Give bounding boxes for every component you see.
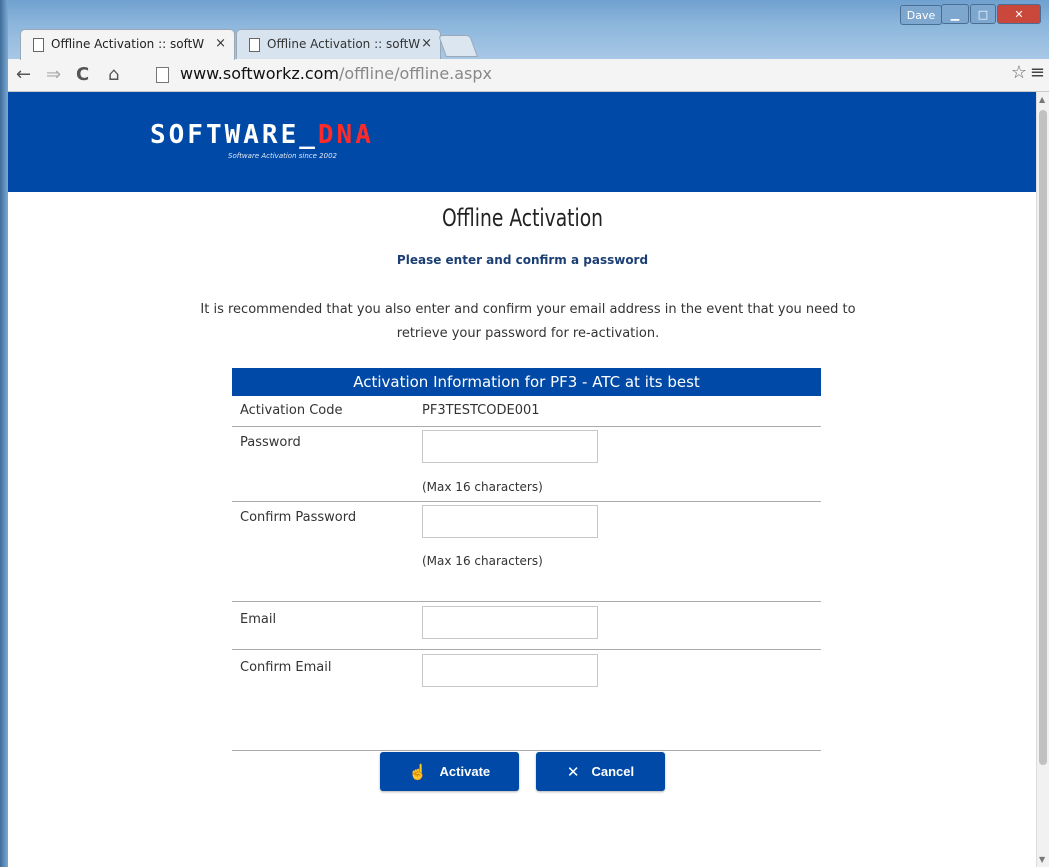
bookmark-star-icon[interactable]: ☆ [1011, 62, 1027, 83]
confirm-password-hint: (Max 16 characters) [422, 554, 543, 568]
notice-line: It is recommended that you also enter an… [200, 302, 856, 317]
activate-button[interactable]: ☝ Activate [380, 752, 519, 791]
home-icon[interactable]: ⌂ [108, 64, 119, 85]
browser-toolbar: ← ⇒ C ⌂ www.softworkz.com/offline/offlin… [8, 59, 1049, 92]
page-icon [33, 38, 44, 52]
close-tab-icon[interactable]: × [421, 36, 432, 51]
back-icon[interactable]: ← [16, 64, 31, 85]
window-frame [0, 0, 8, 867]
email-row: Email [232, 602, 821, 650]
menu-icon[interactable]: ≡ [1030, 62, 1045, 83]
address-bar[interactable]: www.softworkz.com/offline/offline.aspx [146, 63, 1026, 87]
confirm-email-label: Confirm Email [240, 660, 332, 675]
cancel-button[interactable]: ✕ Cancel [536, 752, 665, 791]
activation-code-label: Activation Code [240, 403, 343, 418]
scroll-down-icon[interactable]: ▼ [1039, 855, 1045, 864]
forward-icon[interactable]: ⇒ [46, 64, 61, 85]
activation-code-value: PF3TESTCODE001 [422, 403, 540, 418]
page-icon [249, 38, 260, 52]
confirm-password-row: Confirm Password (Max 16 characters) [232, 502, 821, 602]
page-subtitle: Please enter and confirm a password [396, 253, 649, 267]
scroll-thumb[interactable] [1039, 110, 1047, 765]
confirm-email-row: Confirm Email [232, 650, 821, 751]
tagline: Software Activation since 2002 [228, 152, 337, 160]
reload-icon[interactable]: C [76, 64, 89, 85]
maximize-button[interactable]: □ [970, 4, 996, 24]
tab-inactive[interactable]: Offline Activation :: softW × [236, 29, 441, 60]
site-header: SOFTWARE_DNA Software Activation since 2… [8, 92, 1037, 192]
thumb-up-icon: ☝ [408, 763, 428, 781]
activation-form: Activation Information for PF3 - ATC at … [232, 368, 821, 751]
minimize-button[interactable]: ▁ [941, 4, 969, 24]
close-icon: ✕ [566, 763, 580, 781]
logo-main: SOFTWARE_ [150, 120, 318, 150]
email-label: Email [240, 612, 277, 627]
password-field[interactable] [422, 430, 598, 463]
close-window-button[interactable]: ✕ [997, 4, 1041, 24]
close-tab-icon[interactable]: × [215, 36, 226, 51]
page-title: Offline Activation [441, 204, 604, 232]
logo-accent: DNA [317, 120, 374, 150]
notice-text: It is recommended that you also enter an… [178, 298, 878, 346]
cancel-label: Cancel [591, 764, 635, 779]
confirm-password-label: Confirm Password [240, 510, 357, 525]
password-label: Password [240, 435, 301, 450]
user-profile-button[interactable]: Dave [900, 5, 942, 25]
confirm-email-field[interactable] [422, 654, 598, 687]
vertical-scrollbar[interactable]: ▲ ▼ [1036, 92, 1049, 867]
tab-label: Offline Activation :: softW [267, 37, 421, 51]
confirm-password-field[interactable] [422, 505, 598, 538]
activation-code-row: Activation Code PF3TESTCODE001 [232, 396, 821, 427]
password-row: Password (Max 16 characters) [232, 427, 821, 502]
password-hint: (Max 16 characters) [422, 480, 543, 494]
url-path: /offline/offline.aspx [339, 64, 493, 83]
tab-label: Offline Activation :: softW [51, 37, 205, 51]
window-controls: ▁ □ ✕ [941, 4, 1041, 24]
email-field[interactable] [422, 606, 598, 639]
form-header: Activation Information for PF3 - ATC at … [232, 368, 821, 396]
notice-line: retrieve your password for re-activation… [396, 326, 660, 341]
activate-label: Activate [439, 764, 491, 779]
url-host: www.softworkz.com [180, 64, 339, 83]
scroll-up-icon[interactable]: ▲ [1039, 95, 1045, 104]
page-viewport: SOFTWARE_DNA Software Activation since 2… [8, 92, 1037, 867]
tab-active[interactable]: Offline Activation :: softW × [20, 29, 235, 60]
page-icon [156, 67, 169, 83]
logo[interactable]: SOFTWARE_DNA [150, 120, 374, 150]
